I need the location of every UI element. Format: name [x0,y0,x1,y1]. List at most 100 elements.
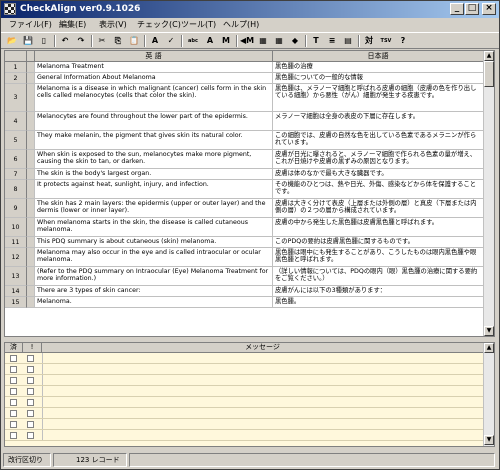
japanese-cell[interactable]: 皮膚は大きく分けて表皮（上層または外側の層）と真皮（下層または内側の層）の２つの… [273,199,484,218]
japanese-cell[interactable]: このPDQの要約は皮膚黒色腫に関するものです。 [273,237,484,248]
merge-down-icon[interactable]: M [219,34,233,48]
message-header-done[interactable]: 済 [5,343,23,353]
message-row[interactable] [5,353,484,364]
grid-icon[interactable]: ▦ [272,34,286,48]
flag-checkbox[interactable] [27,366,34,373]
table-row[interactable]: 12 Melanoma may also occur in the eye and… [5,248,484,267]
scroll-thumb[interactable] [484,61,494,87]
japanese-cell[interactable]: メラノーマ細胞は全身の表皮の下層に存在します。 [273,112,484,131]
scroll-up-button[interactable]: ▲ [484,51,494,61]
japanese-cell[interactable]: 黒色腫は、メラノーマ細胞と呼ばれる皮膚の細胞（皮膚の色を作り出している細胞）から… [273,84,484,112]
save-icon[interactable]: 💾 [21,34,35,48]
done-checkbox[interactable] [10,388,17,395]
done-checkbox[interactable] [10,377,17,384]
menu-check[interactable]: チェック(C) [137,19,181,31]
menu-edit[interactable]: 編集(E) [59,19,86,31]
message-row[interactable] [5,386,484,397]
title-bar[interactable]: CheckAlign ver0.9.1026 _ □ × [1,1,499,18]
menu-help[interactable]: ヘルプ(H) [223,19,259,31]
japanese-cell[interactable]: 黒色腫についての一般的な情報 [273,73,484,84]
alignment-grid[interactable]: 英 語 日本語 1 Melanoma Treatment 黒色腫の治療 2 Genera… [4,50,495,337]
message-row[interactable] [5,419,484,430]
table-row[interactable]: 1 Melanoma Treatment 黒色腫の治療 [5,62,484,73]
japanese-cell[interactable]: この細胞では、皮膚の自然な色を出している色素であるメラニンが作られています。 [273,131,484,150]
done-checkbox[interactable] [10,355,17,362]
redo-icon[interactable]: ↷ [74,34,88,48]
flag-checkbox[interactable] [27,355,34,362]
english-cell[interactable]: General Information About Melanoma [35,73,273,84]
english-cell[interactable]: They make melanin, the pigment that give… [35,131,273,150]
flag-checkbox[interactable] [27,432,34,439]
done-checkbox[interactable] [10,421,17,428]
new-document-icon[interactable]: ▯ [37,34,51,48]
close-button[interactable]: × [482,3,496,15]
japanese-cell[interactable]: 皮膚がんには以下の3種類があります： [273,286,484,297]
japanese-cell[interactable]: （詳しい情報については、PDQの眼内（眼）黒色腫の治療に関する要約をご覧ください… [273,267,484,286]
english-cell[interactable]: Melanoma. [35,297,273,308]
table-row[interactable]: 5 They make melanin, the pigment that giv… [5,131,484,150]
message-header-flag[interactable]: ! [23,343,42,353]
menu-tools[interactable]: ツール(T) [181,19,216,31]
english-cell[interactable]: Melanocytes are found throughout the low… [35,112,273,131]
table-row[interactable]: 11 This PDQ summary is about cutaneous (s… [5,237,484,248]
message-scroll-up-button[interactable]: ▲ [484,343,494,353]
message-row[interactable] [5,430,484,441]
export-txt-icon[interactable]: 対 [362,34,376,48]
english-cell[interactable]: (Refer to the PDQ summary on Intraocular… [35,267,273,286]
flag-checkbox[interactable] [27,421,34,428]
table-row[interactable]: 6 When skin is exposed to the sun, melano… [5,150,484,169]
japanese-cell[interactable]: 皮膚が日光に曝されると、メラノーマ細胞で作られる色素の量が増え、これが日焼けや皮… [273,150,484,169]
table-row[interactable]: 13 (Refer to the PDQ summary on Intraocul… [5,267,484,286]
help-icon[interactable]: ? [396,34,410,48]
table-row[interactable]: 15 Melanoma. 黒色腫。 [5,297,484,308]
message-scroll-down-button[interactable]: ▼ [484,435,494,445]
export-tsv-icon[interactable]: TSV [378,34,394,48]
english-cell[interactable]: When skin is exposed to the sun, melanoc… [35,150,273,169]
grid-scrollbar[interactable]: ▲ ▼ [483,51,494,336]
cut-icon[interactable]: ✂ [95,34,109,48]
table-row[interactable]: 14 There are 3 types of skin cancer: 皮膚がんに… [5,286,484,297]
mark-icon[interactable]: ✓ [164,34,178,48]
table-icon[interactable]: ▦ [256,34,270,48]
japanese-cell[interactable]: 黒色腫の治療 [273,62,484,73]
english-cell[interactable]: It protects against heat, sunlight, inju… [35,180,273,199]
header-japanese[interactable]: 日本語 [273,51,484,62]
done-checkbox[interactable] [10,366,17,373]
merge-up-icon[interactable]: ◀M [240,34,254,48]
table-row[interactable]: 2 General Information About Melanoma 黒色腫につ… [5,73,484,84]
menu-view[interactable]: 表示(V) [99,19,127,31]
english-cell[interactable]: Melanoma Treatment [35,62,273,73]
check-all-icon[interactable]: A [203,34,217,48]
table-row[interactable]: 8 It protects against heat, sunlight, inj… [5,180,484,199]
english-cell[interactable]: Melanoma may also occur in the eye and i… [35,248,273,267]
open-folder-icon[interactable]: 📂 [5,34,19,48]
japanese-cell[interactable]: 皮膚は体のなかで最も大きな臓器です。 [273,169,484,180]
japanese-cell[interactable]: 皮膚の中から発生した黒色腫は皮膚黒色腫と呼ばれます。 [273,218,484,237]
table-row[interactable]: 9 The skin has 2 main layers: the epiderm… [5,199,484,218]
paste-icon[interactable]: 📋 [127,34,141,48]
tag-icon[interactable]: ◆ [288,34,302,48]
undo-icon[interactable]: ↶ [58,34,72,48]
table-row[interactable]: 4 Melanocytes are found throughout the lo… [5,112,484,131]
text-icon[interactable]: T [309,34,323,48]
english-cell[interactable]: The skin has 2 main layers: the epidermi… [35,199,273,218]
english-cell[interactable]: The skin is the body's largest organ. [35,169,273,180]
copy-icon[interactable]: ⎘ [111,34,125,48]
find-replace-icon[interactable]: A [148,34,162,48]
message-row[interactable] [5,375,484,386]
minimize-button[interactable]: _ [450,3,464,15]
scroll-down-button[interactable]: ▼ [484,326,494,336]
table-row[interactable]: 3 Melanoma is a disease in which malignan… [5,84,484,112]
align-icon[interactable]: ≡ [325,34,339,48]
flag-checkbox[interactable] [27,399,34,406]
message-header-text[interactable]: メッセージ [42,343,484,353]
menu-file[interactable]: ファイル(F) [9,19,52,31]
japanese-cell[interactable]: 黒色腫。 [273,297,484,308]
english-cell[interactable]: When melanoma starts in the skin, the di… [35,218,273,237]
done-checkbox[interactable] [10,432,17,439]
header-english[interactable]: 英 語 [35,51,273,62]
english-cell[interactable]: There are 3 types of skin cancer: [35,286,273,297]
message-row[interactable] [5,408,484,419]
japanese-cell[interactable]: その機能のひとつは、熱や日光、外傷、感染などから体を保護することです。 [273,180,484,199]
flag-checkbox[interactable] [27,410,34,417]
